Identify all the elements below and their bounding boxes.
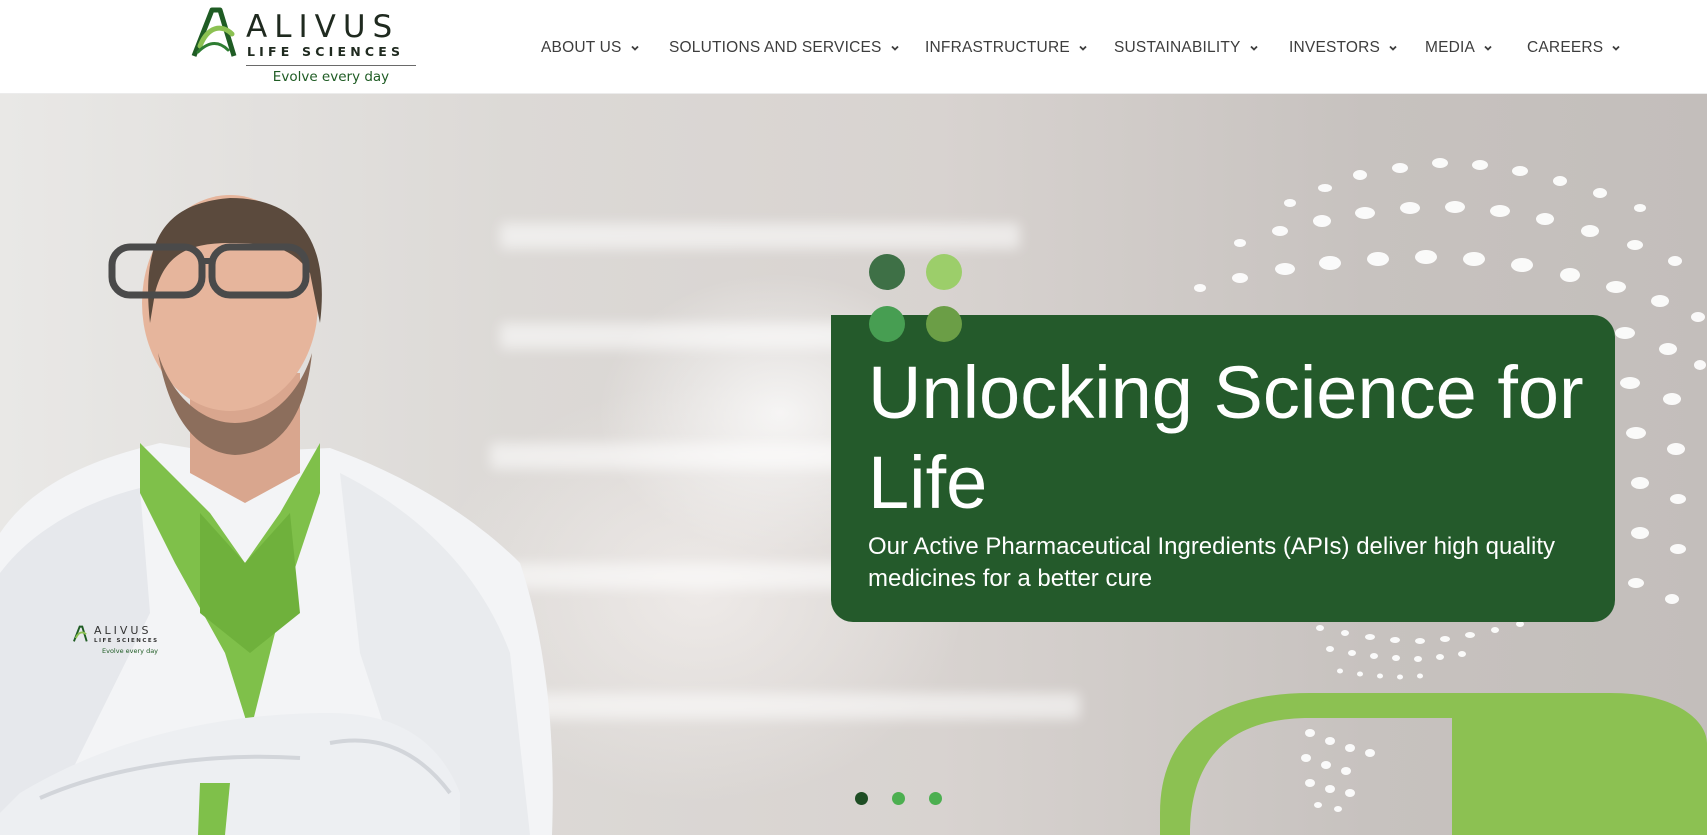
coat-logo-tagline: Evolve every day xyxy=(102,647,159,655)
alivus-logo-mark-icon xyxy=(191,7,237,57)
nav-about-us[interactable]: ABOUT US xyxy=(541,38,640,58)
decorative-green-arc xyxy=(1160,693,1707,835)
coat-logo-subname: LIFE SCIENCES xyxy=(94,638,159,644)
brand-name: ALIVUS xyxy=(246,9,400,45)
decorative-dot xyxy=(869,254,905,290)
nav-media[interactable]: MEDIA xyxy=(1425,38,1493,58)
coat-logo-name: ALIVUS xyxy=(94,624,152,637)
nav-label: SOLUTIONS AND SERVICES xyxy=(669,39,882,56)
nav-investors[interactable]: INVESTORS xyxy=(1289,38,1398,58)
chevron-down-icon xyxy=(1389,45,1397,51)
slider-dot-2[interactable] xyxy=(892,792,905,805)
brand-tagline: Evolve every day xyxy=(272,69,390,85)
alivus-logo-mark-icon xyxy=(73,625,88,642)
coat-logo: ALIVUS LIFE SCIENCES Evolve every day xyxy=(72,625,192,665)
brand-logo[interactable]: ALIVUS LIFE SCIENCES Evolve every day xyxy=(188,6,418,88)
hero-headline: Unlocking Science for Life xyxy=(868,351,1584,524)
hero-subtext: Our Active Pharmaceutical Ingredients (A… xyxy=(868,533,1555,592)
brand-divider xyxy=(246,65,416,66)
nav-label: INVESTORS xyxy=(1289,39,1381,56)
site-header: ALIVUS LIFE SCIENCES Evolve every day AB… xyxy=(0,0,1707,94)
nav-label: INFRASTRUCTURE xyxy=(925,39,1070,56)
slider-dot-1[interactable] xyxy=(855,792,868,805)
hero-banner: ALIVUS LIFE SCIENCES Evolve every day Un… xyxy=(0,93,1707,835)
chevron-down-icon xyxy=(1249,45,1258,51)
chevron-down-icon xyxy=(1079,45,1087,51)
nav-infrastructure[interactable]: INFRASTRUCTURE xyxy=(925,38,1088,58)
chevron-down-icon xyxy=(890,45,899,51)
chevron-down-icon xyxy=(1484,45,1492,51)
decorative-dot xyxy=(926,254,962,290)
nav-label: CAREERS xyxy=(1527,39,1604,56)
decorative-dot xyxy=(926,306,962,342)
nav-label: MEDIA xyxy=(1425,39,1476,56)
scientist-photo xyxy=(0,195,553,835)
chevron-down-icon xyxy=(630,45,639,51)
decorative-dot xyxy=(869,306,905,342)
slider-dot-3[interactable] xyxy=(929,792,942,805)
nav-label: SUSTAINABILITY xyxy=(1114,39,1241,56)
nav-label: ABOUT US xyxy=(541,39,622,56)
nav-solutions-and-services[interactable]: SOLUTIONS AND SERVICES xyxy=(669,38,900,58)
brand-subname: LIFE SCIENCES xyxy=(247,44,405,59)
nav-careers[interactable]: CAREERS xyxy=(1527,38,1621,58)
chevron-down-icon xyxy=(1612,45,1620,51)
nav-sustainability[interactable]: SUSTAINABILITY xyxy=(1114,38,1259,58)
